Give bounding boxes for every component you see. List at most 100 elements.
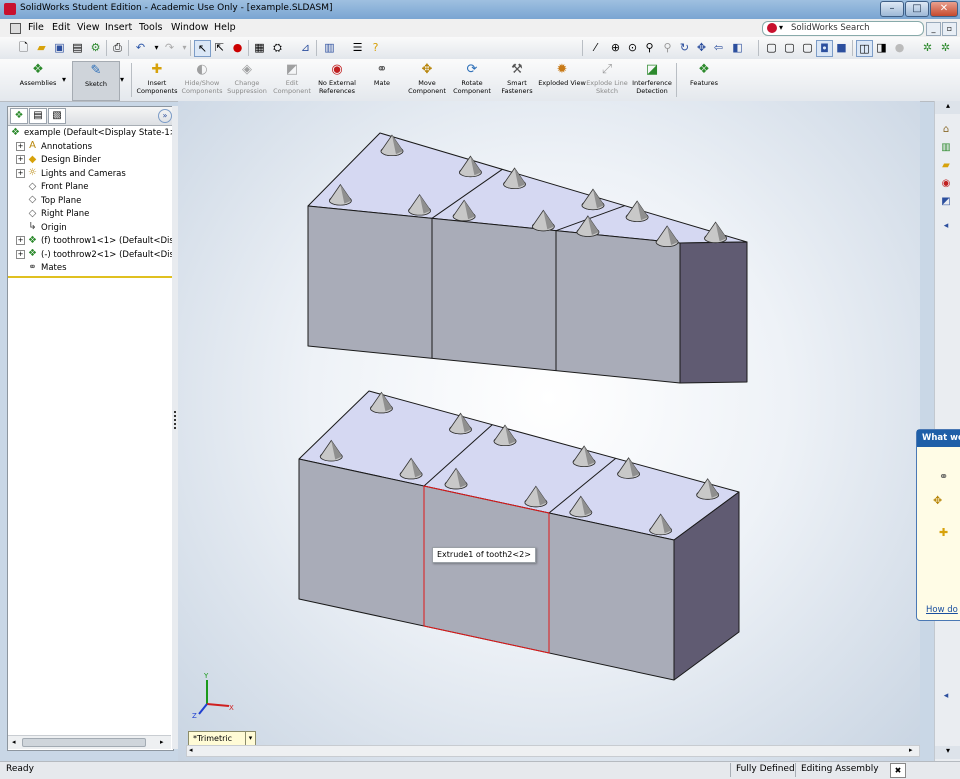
move-component-icon[interactable]: ✥: [933, 494, 942, 507]
view-tab-dropdown-icon[interactable]: ▾: [245, 732, 255, 745]
options-icon[interactable]: ⚙: [88, 40, 103, 55]
sketch-tab-button[interactable]: ✎ Sketch: [72, 61, 120, 101]
feature-tree-hscrollbar[interactable]: ◂ ▸: [8, 735, 171, 749]
document-menu-icon[interactable]: [10, 23, 21, 34]
expand-icon[interactable]: +: [16, 155, 25, 164]
select-arrow-icon[interactable]: ↖: [194, 40, 211, 57]
tree-item[interactable]: ↳ Origin: [10, 222, 179, 236]
view-palette-icon[interactable]: ◉: [939, 177, 953, 191]
solidworks-search-field[interactable]: ▾ SolidWorks Search: [762, 21, 924, 36]
sketch-smart-icon[interactable]: ⁄: [588, 40, 603, 55]
tree-item[interactable]: ⚭ Mates: [10, 262, 179, 276]
smart-fasteners-button[interactable]: ⚒ Smart Fasteners: [492, 61, 542, 99]
doc-minimize-button[interactable]: _: [926, 22, 941, 36]
menu-edit[interactable]: Edit: [52, 22, 70, 33]
hidden-lines-removed-icon[interactable]: ▢: [800, 40, 815, 55]
view-tab[interactable]: *Trimetric ▾: [188, 731, 256, 746]
pan-icon[interactable]: ✥: [694, 40, 709, 55]
insert-components-button[interactable]: ✚ Insert Components: [132, 61, 182, 99]
assembly-tools-icon[interactable]: ⛭: [270, 40, 285, 55]
hide-show-components-button[interactable]: ◐ Hide/Show Components: [177, 61, 227, 99]
select-filter-icon[interactable]: ⇱: [212, 40, 227, 55]
scroll-left-icon[interactable]: ◂: [12, 738, 16, 746]
shaded-with-edges-icon[interactable]: ◘: [816, 40, 833, 57]
menu-file[interactable]: File: [28, 22, 44, 33]
tree-item[interactable]: + ❖ (f) toothrow1<1> (Default<Displ: [10, 235, 179, 249]
edit-component-button[interactable]: ◩ Edit Component: [267, 61, 317, 99]
rebuild-icon[interactable]: ●: [230, 40, 245, 55]
assemblies-tab-button[interactable]: ❖ Assemblies: [14, 61, 62, 99]
help-icon[interactable]: ?: [368, 40, 383, 55]
print-preview-icon[interactable]: ⎙: [110, 40, 125, 55]
menu-help[interactable]: Help: [214, 22, 236, 33]
rotate-component-button[interactable]: ⟳ Rotate Component: [447, 61, 497, 99]
change-suppression-button[interactable]: ◈ Change Suppression: [222, 61, 272, 99]
home-icon[interactable]: ⌂: [939, 123, 953, 137]
interference-detection-button[interactable]: ◪ Interference Detection: [627, 61, 677, 99]
hidden-lines-visible-icon[interactable]: ▢: [782, 40, 797, 55]
properties-icon[interactable]: ☰: [350, 40, 365, 55]
configuration-manager-tab-icon[interactable]: ▧: [48, 108, 66, 124]
property-manager-tab-icon[interactable]: ▤: [29, 108, 47, 124]
tree-item[interactable]: ❖ example (Default<Display State-1>): [10, 127, 173, 141]
file-explorer-icon[interactable]: ▰: [939, 159, 953, 173]
graphics-hscrollbar[interactable]: ◂ ▸: [186, 745, 920, 757]
features-tab-button[interactable]: ❖ Features: [679, 61, 729, 99]
grid-icon[interactable]: ▦: [252, 40, 267, 55]
graphics-area[interactable]: Extrude1 of tooth2<2>: [178, 101, 920, 761]
assemblies-dropdown-icon[interactable]: ▾: [62, 75, 66, 84]
zoom-fit-icon[interactable]: ⊕: [608, 40, 623, 55]
collapse-left-icon[interactable]: ◂: [939, 219, 953, 233]
close-status-icon[interactable]: ✖: [890, 763, 906, 778]
scroll-thumb[interactable]: [22, 738, 146, 747]
standard-views-icon[interactable]: ◧: [730, 40, 745, 55]
zoom-selection-icon[interactable]: ⚲: [660, 40, 675, 55]
expand-icon[interactable]: +: [16, 168, 25, 178]
realview-icon[interactable]: ◨: [874, 40, 889, 55]
scroll-right-icon[interactable]: ▸: [160, 738, 164, 746]
previous-view-icon[interactable]: ⇦: [711, 40, 726, 55]
tree-item[interactable]: + A Annotations: [10, 141, 179, 155]
exploded-view-button[interactable]: ✹ Exploded View: [537, 61, 587, 99]
redo-icon[interactable]: ↷: [162, 40, 177, 55]
tree-item[interactable]: ◇ Top Plane: [10, 195, 179, 209]
wireframe-icon[interactable]: ▢: [764, 40, 779, 55]
close-button[interactable]: ✕: [930, 1, 958, 17]
mate-button[interactable]: ⚭ Mate: [357, 61, 407, 99]
window-layout-icon[interactable]: ▥: [322, 40, 337, 55]
new-document-icon[interactable]: 🗋: [16, 40, 31, 55]
measure-icon[interactable]: ⊿: [298, 40, 313, 55]
collapse-right-icon[interactable]: ◂: [939, 689, 953, 703]
no-external-references-button[interactable]: ◉ No External References: [312, 61, 362, 99]
minimize-button[interactable]: –: [880, 1, 904, 17]
menu-view[interactable]: View: [77, 22, 100, 33]
assembly-model[interactable]: [178, 101, 920, 761]
scroll-left-icon[interactable]: ◂: [189, 746, 193, 754]
scroll-right-icon[interactable]: ▸: [909, 746, 913, 754]
rotate-view-icon[interactable]: ↻: [677, 40, 692, 55]
tree-item[interactable]: + ❖ (-) toothrow2<1> (Default<Displ: [10, 249, 179, 263]
tree-item[interactable]: + ☼ Lights and Cameras: [10, 168, 179, 182]
open-folder-icon[interactable]: ▰: [34, 40, 49, 55]
doc-restore-button[interactable]: ▫: [942, 22, 957, 36]
sketch-dropdown-icon[interactable]: ▾: [120, 75, 124, 84]
explode-line-sketch-button[interactable]: ⤢ Explode Line Sketch: [582, 61, 632, 99]
solidworks-logo-icon[interactable]: [4, 3, 16, 15]
view-orientation-icon[interactable]: ✲: [920, 40, 935, 55]
shadows-icon[interactable]: ●: [892, 40, 907, 55]
display-style-icon[interactable]: ✲: [938, 40, 953, 55]
menu-insert[interactable]: Insert: [105, 22, 132, 33]
move-component-button[interactable]: ✥ Move Component: [402, 61, 452, 99]
scroll-down-icon[interactable]: ▾: [935, 746, 960, 759]
how-do-link[interactable]: How do: [926, 605, 958, 615]
save-icon[interactable]: ▣: [52, 40, 67, 55]
zoom-in-out-icon[interactable]: ⚲: [642, 40, 657, 55]
search-dropdown-icon[interactable]: ▾: [779, 23, 783, 32]
scroll-up-icon[interactable]: ▴: [935, 101, 960, 114]
toothrow1-side-face[interactable]: [679, 241, 748, 384]
mate-icon[interactable]: ⚭: [939, 470, 948, 483]
feature-tree-tab-icon[interactable]: ❖: [10, 108, 28, 124]
expand-icon[interactable]: +: [16, 236, 25, 245]
expand-icon[interactable]: +: [16, 141, 25, 151]
design-library-icon[interactable]: ▥: [939, 141, 953, 155]
